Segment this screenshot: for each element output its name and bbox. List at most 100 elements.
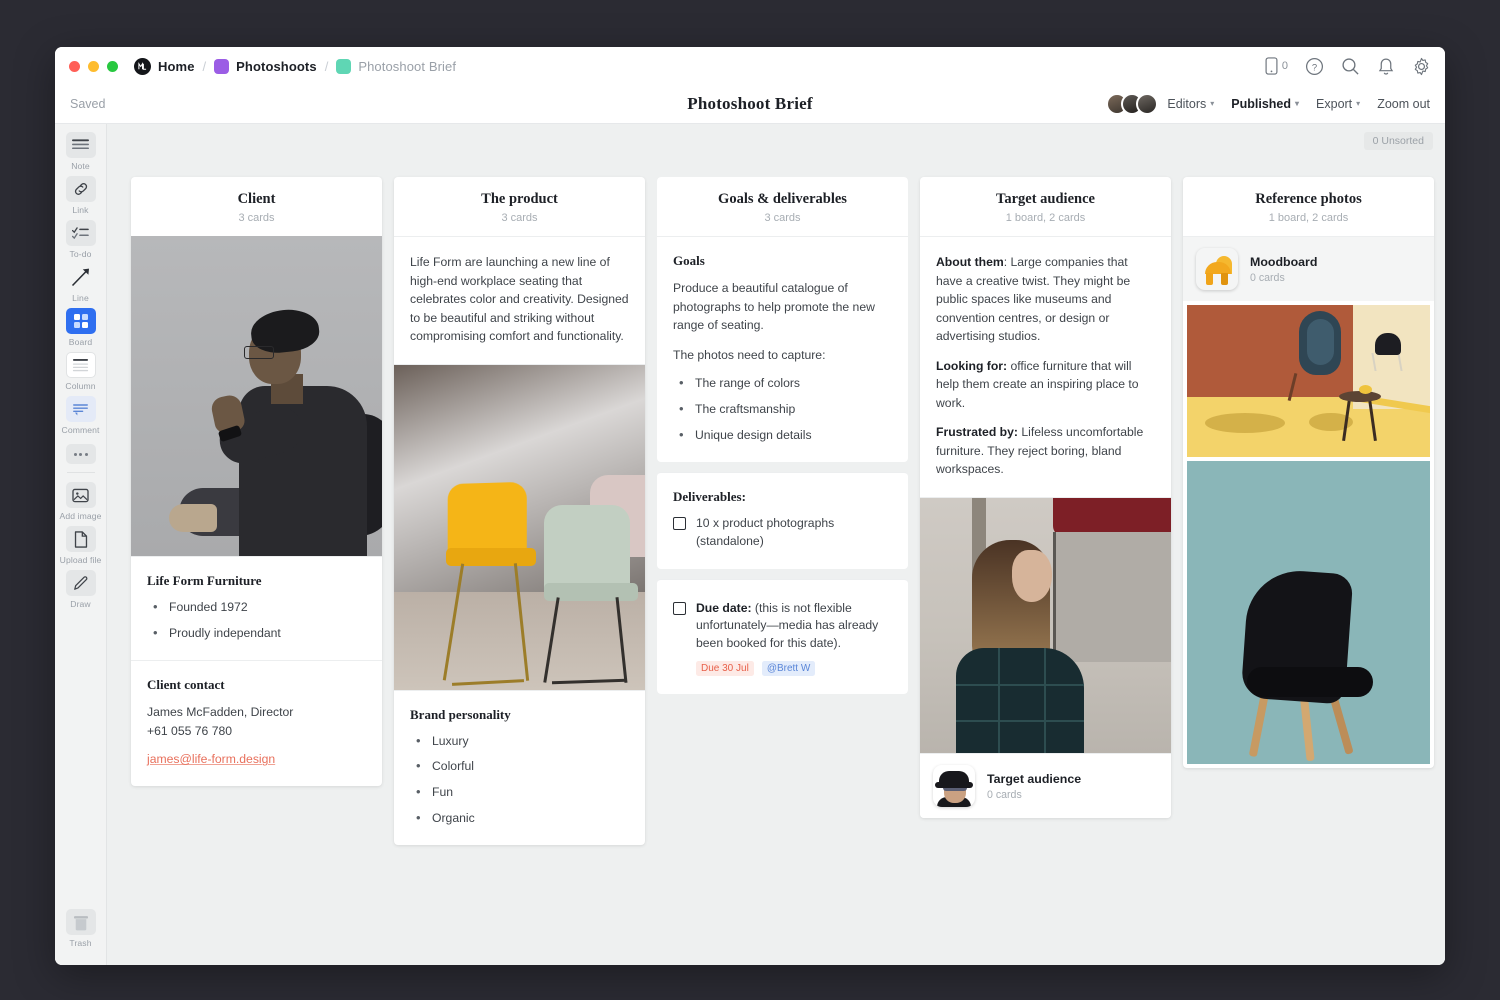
frustrated-by-label: Frustrated by:: [936, 425, 1018, 440]
card-product-intro[interactable]: Life Form are launching a new line of hi…: [394, 236, 645, 364]
list-item: Fun: [410, 783, 629, 802]
avatar-group[interactable]: [1106, 93, 1159, 115]
checkbox[interactable]: [673, 601, 686, 615]
tag-row: Due 30 Jul @Brett W: [696, 660, 892, 676]
zoom-out-button[interactable]: Zoom out: [1377, 97, 1430, 111]
board-item-text: Moodboard 0 cards: [1250, 255, 1317, 284]
note-icon: [65, 132, 96, 158]
column-target-audience[interactable]: Target audience 1 board, 2 cards About t…: [920, 177, 1171, 819]
due-date-tag[interactable]: Due 30 Jul: [696, 660, 754, 676]
card-client-contact[interactable]: Client contact James McFadden, Director …: [131, 660, 382, 786]
tool-line[interactable]: Line: [57, 264, 105, 303]
tool-link[interactable]: Link: [57, 176, 105, 215]
board-item-name: Target audience: [987, 771, 1082, 786]
search-icon[interactable]: [1341, 57, 1360, 76]
goals-paragraph-2: The photos need to capture:: [673, 347, 826, 362]
comment-icon: [65, 396, 96, 422]
unsorted-badge[interactable]: 0 Unsorted: [1363, 132, 1433, 150]
document-header-bar: Saved Photoshoot Brief Editors ▾ Publish…: [55, 85, 1445, 124]
editors-button[interactable]: Editors ▾: [1106, 93, 1214, 115]
settings-icon[interactable]: [1412, 57, 1431, 76]
tool-add-image[interactable]: Add image: [57, 482, 105, 521]
card-product-photo[interactable]: [394, 363, 645, 690]
card-due-date[interactable]: Due date: (this is not flexible unfortun…: [657, 578, 908, 694]
list-item: Founded 1972: [147, 598, 366, 617]
card-brand-personality[interactable]: Brand personality Luxury Colorful Fun Or…: [394, 689, 645, 846]
column-header[interactable]: Client 3 cards: [131, 177, 382, 236]
card-life-form-furniture[interactable]: Life Form Furniture Founded 1972 Proudly…: [131, 556, 382, 660]
tool-note[interactable]: Note: [57, 132, 105, 171]
mobile-icon[interactable]: 0: [1265, 57, 1288, 75]
maximize-window-button[interactable]: [107, 60, 118, 72]
editors-label: Editors: [1167, 97, 1207, 111]
tool-trash[interactable]: Trash: [57, 909, 105, 948]
orange-yellow-room-chairs-photo: [1187, 305, 1430, 457]
export-button[interactable]: Export ▾: [1316, 97, 1360, 111]
list-item: The range of colors: [673, 374, 892, 393]
minimize-window-button[interactable]: [88, 60, 99, 72]
contact-name: James McFadden, Director: [147, 705, 294, 720]
close-window-button[interactable]: [69, 60, 80, 72]
card-audience-description[interactable]: About them: Large companies that have a …: [920, 236, 1171, 497]
board-item-target-audience[interactable]: Target audience 0 cards: [920, 753, 1171, 819]
zoom-out-label: Zoom out: [1377, 97, 1430, 111]
breadcrumb-label-photoshoots: Photoshoots: [236, 58, 317, 74]
column-client[interactable]: Client 3 cards Life Form Furniture • Fou…: [131, 177, 382, 787]
dot: [84, 452, 88, 456]
window-traffic-lights[interactable]: [69, 60, 118, 72]
column-title: Target audience: [996, 191, 1095, 207]
column-header[interactable]: Goals & deliverables 3 cards: [657, 177, 908, 236]
column-the-product[interactable]: The product 3 cards Life Form are launch…: [394, 177, 645, 846]
card-audience-photo[interactable]: [920, 497, 1171, 754]
todo-item[interactable]: Due date: (this is not flexible unfortun…: [673, 600, 892, 653]
help-icon[interactable]: ?: [1305, 57, 1324, 76]
column-title: The product: [481, 191, 558, 207]
tool-todo[interactable]: To-do: [57, 220, 105, 259]
looking-for-paragraph: Looking for: office furniture that will …: [936, 357, 1155, 413]
card-gap: [657, 569, 908, 579]
window-title-bar: Home / Photoshoots / Photoshoot Brief 0 …: [55, 47, 1445, 85]
tool-column[interactable]: Column: [57, 352, 105, 391]
more-options-button[interactable]: [65, 444, 96, 464]
link-icon: [65, 176, 96, 202]
yellow-and-green-chairs-photo: [394, 364, 645, 690]
trash-icon: [65, 909, 96, 935]
card-reference-photo-1[interactable]: [1183, 301, 1434, 457]
contact-email-link[interactable]: james@life-form.design: [147, 752, 275, 766]
tool-draw[interactable]: Draw: [57, 570, 105, 609]
card-reference-photo-2[interactable]: [1183, 457, 1434, 768]
board-canvas[interactable]: 0 Unsorted Client 3 cards Life Form Furn…: [107, 124, 1445, 965]
tool-board[interactable]: Board: [57, 308, 105, 347]
column-header[interactable]: Reference photos 1 board, 2 cards: [1183, 177, 1434, 236]
board-icon: [65, 308, 96, 334]
card-heading: Goals: [673, 253, 705, 268]
board-item-sub: 0 cards: [1250, 271, 1285, 284]
tool-comment[interactable]: Comment: [57, 396, 105, 435]
notifications-icon[interactable]: [1377, 57, 1395, 76]
column-header[interactable]: Target audience 1 board, 2 cards: [920, 177, 1171, 236]
contact-phone: +61 055 76 780: [147, 723, 233, 738]
column-title: Reference photos: [1255, 191, 1362, 207]
mention-tag[interactable]: @Brett W: [761, 660, 816, 676]
man-sitting-on-chair-photo: [131, 236, 382, 556]
list-item: Proudly independant: [147, 624, 366, 643]
card-goals[interactable]: Goals Produce a beautiful catalogue of p…: [657, 236, 908, 463]
tool-label-draw: Draw: [70, 599, 91, 609]
due-date-label: Due date:: [696, 600, 752, 615]
breadcrumb-item-home[interactable]: Home: [134, 57, 195, 75]
published-button[interactable]: Published ▾: [1231, 97, 1299, 111]
card-client-photo[interactable]: [131, 236, 382, 556]
board-item-sub: 0 cards: [987, 788, 1022, 801]
column-goals-deliverables[interactable]: Goals & deliverables 3 cards Goals Produ…: [657, 177, 908, 694]
card-deliverables[interactable]: Deliverables: 10 x product photographs (…: [657, 472, 908, 569]
column-header[interactable]: The product 3 cards: [394, 177, 645, 236]
breadcrumb-item-photoshoots[interactable]: Photoshoots: [214, 58, 317, 74]
pencil-icon: [65, 570, 96, 596]
checkbox[interactable]: [673, 517, 686, 531]
column-reference-photos[interactable]: Reference photos 1 board, 2 cards Moodbo…: [1183, 177, 1434, 768]
todo-item[interactable]: 10 x product photographs (standalone): [673, 515, 892, 550]
board-item-moodboard[interactable]: Moodboard 0 cards: [1183, 236, 1434, 301]
column-subtitle: 3 cards: [764, 212, 801, 224]
tool-upload-file[interactable]: Upload file: [57, 526, 105, 565]
breadcrumb-item-photoshoot-brief[interactable]: Photoshoot Brief: [336, 58, 456, 74]
